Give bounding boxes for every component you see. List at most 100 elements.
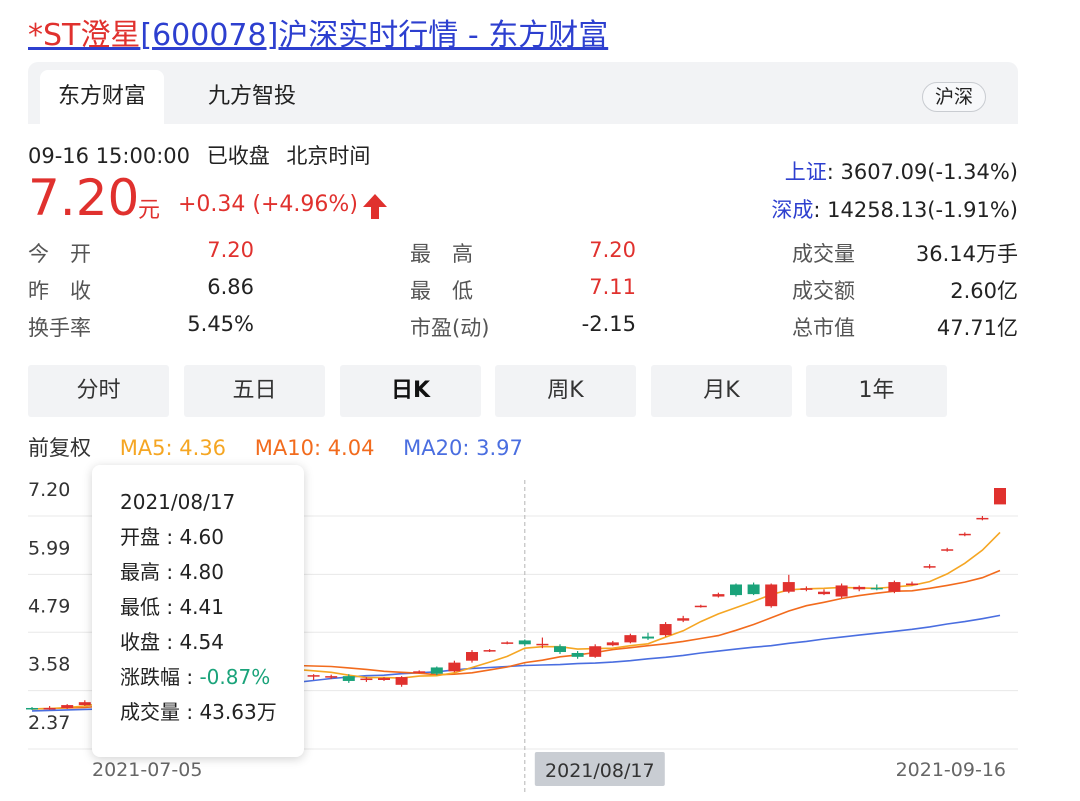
y-tick-label: 3.58: [28, 654, 70, 676]
price-unit: 元: [138, 198, 161, 223]
x-axis-label-end: 2021-09-16: [896, 759, 1006, 781]
candle-body: [906, 583, 918, 586]
stat-label: 今 开: [28, 242, 91, 266]
index-shenzhen[interactable]: 深成: 14258.13(-1.91%): [771, 194, 1018, 224]
stat-amount: 2.60亿: [950, 279, 1018, 303]
candle-body: [325, 676, 338, 678]
stat-prev-close: 6.86: [207, 275, 254, 299]
candle-body: [659, 624, 672, 636]
candle-body: [782, 582, 795, 592]
price-change: +0.34 (+4.96%): [178, 192, 358, 217]
stat-label: 市盈(动): [410, 316, 490, 340]
tab-jiufang[interactable]: 九方智投: [190, 70, 314, 124]
y-tick-label: 7.20: [28, 479, 70, 501]
candle-body: [835, 585, 848, 597]
stat-label: 最 高: [410, 242, 473, 266]
candle-body: [976, 517, 989, 520]
market-state: 已收盘: [206, 144, 270, 168]
candle-body: [26, 707, 38, 710]
candle-body: [853, 586, 866, 590]
stat-pe: -2.15: [581, 312, 636, 336]
period-button-5day[interactable]: 五日: [184, 365, 325, 417]
candle-body: [765, 584, 778, 607]
period-button-intraday[interactable]: 分时: [28, 365, 169, 417]
market-status: 09-16 15:00:00 已收盘 北京时间: [28, 140, 380, 170]
y-tick-label: 2.37: [28, 712, 70, 734]
candle-body: [677, 618, 690, 621]
candle-body: [624, 635, 637, 643]
period-button-weekly-k[interactable]: 周K: [495, 365, 636, 417]
stat-label: 总市值: [792, 316, 855, 340]
tooltip-high: 最高 : 4.80: [120, 560, 224, 584]
stat-open: 7.20: [207, 238, 254, 262]
source-tab-bar: 东方财富 九方智投 沪深: [28, 62, 1018, 124]
candle-body: [589, 646, 602, 657]
candle-body: [606, 642, 619, 646]
candle-body: [61, 705, 74, 708]
tab-eastmoney[interactable]: 东方财富: [40, 70, 165, 124]
candle-body: [342, 676, 355, 681]
index-value: : 14258.13(-1.91%): [813, 198, 1018, 222]
index-name[interactable]: 深成: [771, 198, 813, 222]
index-value: : 3607.09(-1.34%): [826, 160, 1018, 184]
stat-label: 成交额: [792, 279, 855, 303]
candle-body: [712, 594, 725, 597]
up-arrow-icon: [363, 194, 387, 219]
current-price: 7.20: [28, 169, 140, 227]
candle-body: [78, 702, 91, 706]
quote-time: 09-16 15:00:00: [28, 144, 191, 168]
stat-volume: 36.14万手: [915, 242, 1018, 266]
ma-legend: 前复权 MA5: 4.36 MA10: 4.04 MA20: 3.97: [28, 432, 545, 462]
candle-body: [730, 584, 742, 596]
candle-body: [518, 640, 531, 645]
candle-body: [413, 671, 426, 673]
candle-body: [870, 587, 883, 590]
candle-body: [941, 549, 954, 551]
crosshair-date-label: 2021/08/17: [545, 760, 655, 782]
candle-tooltip: 2021/08/17 开盘 : 4.60 最高 : 4.80 最低 : 4.41…: [92, 465, 304, 757]
period-button-1year[interactable]: 1年: [806, 365, 947, 417]
period-button-monthly-k[interactable]: 月K: [651, 365, 792, 417]
index-shanghai[interactable]: 上证: 3607.09(-1.34%): [785, 156, 1018, 186]
stat-turnover: 5.45%: [187, 312, 254, 336]
candle-body: [448, 662, 461, 672]
candle-body: [43, 707, 56, 710]
stat-label: 昨 收: [28, 279, 91, 303]
candle-body: [694, 605, 707, 608]
tooltip-volume: 成交量 : 43.63万: [120, 700, 277, 724]
period-button-daily-k[interactable]: 日K: [340, 365, 481, 417]
page-title-rest[interactable]: [600078]沪深实时行情 - 东方财富: [140, 18, 608, 53]
stat-label: 换手率: [28, 316, 91, 340]
candle-body: [888, 582, 901, 592]
candle-body: [747, 584, 760, 595]
stat-market-cap: 47.71亿: [936, 316, 1018, 340]
time-zone: 北京时间: [286, 144, 371, 168]
tooltip-open: 开盘 : 4.60: [120, 525, 224, 549]
candle-body: [501, 642, 514, 644]
stat-low: 7.11: [589, 275, 636, 299]
candle-body: [958, 533, 971, 536]
market-badge[interactable]: 沪深: [921, 82, 986, 112]
tooltip-low: 最低 : 4.41: [120, 595, 224, 619]
candle-body: [642, 636, 654, 639]
page-title[interactable]: *ST澄星[600078]沪深实时行情 - 东方财富: [28, 10, 608, 54]
candle-body: [378, 678, 390, 680]
candle-body: [307, 675, 320, 677]
stat-high: 7.20: [589, 238, 636, 262]
legend-ma10: MA10: 4.04: [254, 436, 375, 460]
legend-ma5: MA5: 4.36: [119, 436, 227, 460]
candle-body: [994, 488, 1006, 505]
candle-body: [571, 652, 584, 657]
candle-body: [800, 588, 813, 590]
stat-label: 最 低: [410, 279, 473, 303]
candle-body: [430, 667, 443, 674]
adjust-mode[interactable]: 前复权: [28, 436, 91, 460]
candle-body: [554, 646, 566, 653]
stat-label: 成交量: [792, 242, 855, 266]
y-tick-label: 5.99: [28, 537, 70, 559]
tooltip-change: 涨跌幅 : -0.87%: [120, 660, 304, 695]
stock-name[interactable]: *ST澄星: [28, 18, 140, 53]
tooltip-date: 2021/08/17: [120, 490, 236, 514]
candle-body: [395, 677, 408, 685]
index-name[interactable]: 上证: [785, 160, 827, 184]
